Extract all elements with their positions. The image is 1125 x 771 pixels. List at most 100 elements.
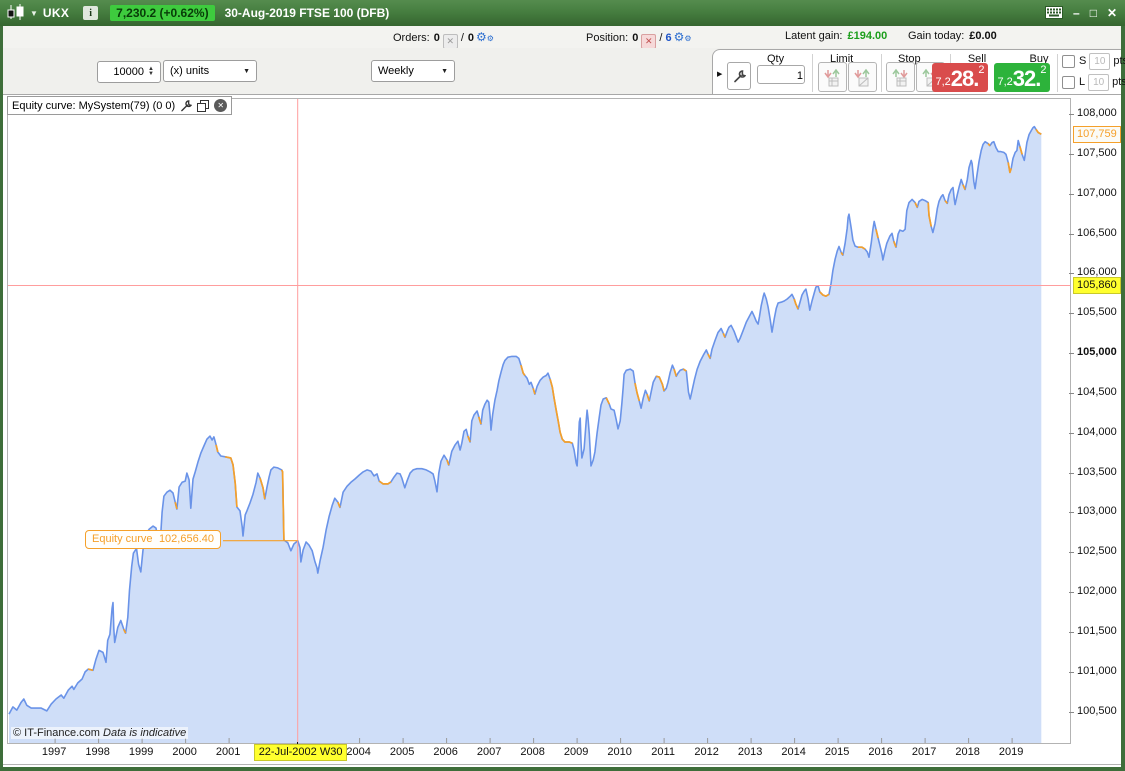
stop-order-button-1[interactable] xyxy=(886,62,915,92)
y-axis-tick xyxy=(1069,671,1074,673)
close-indicator-icon[interactable]: ✕ xyxy=(214,99,228,112)
buy-price-decimal: 2 xyxy=(1040,64,1047,76)
chevron-down-icon: ▼ xyxy=(441,67,448,75)
equity-curve-svg[interactable] xyxy=(8,99,1070,743)
x-axis-year-label: 2010 xyxy=(607,746,632,758)
orders-summary: Orders: 0 ✕/0 ⚙⚙ xyxy=(393,30,494,49)
y-axis-tick xyxy=(1069,313,1074,315)
limit-order-button-2[interactable] xyxy=(848,62,877,92)
collapse-panel-icon[interactable]: ▶ xyxy=(717,70,722,78)
x-axis-year-label: 2015 xyxy=(824,746,850,758)
buy-price-main: 32. xyxy=(1012,66,1042,91)
y-axis-tick xyxy=(1069,512,1074,514)
minimize-button[interactable]: – xyxy=(1073,7,1080,19)
x-axis-year-label: 2000 xyxy=(172,746,197,758)
position-settings-icon[interactable]: ⚙⚙ xyxy=(674,30,692,44)
x-axis-year-label: 2014 xyxy=(781,746,806,758)
x-axis-year-label: 2005 xyxy=(389,746,415,758)
trade-settings-button[interactable] xyxy=(727,62,751,90)
x-axis-year-label: 2011 xyxy=(651,746,675,758)
position-open-count: 0 xyxy=(632,32,639,44)
symbol-dropdown-icon[interactable]: ▼ xyxy=(30,9,38,18)
position-count: 6 xyxy=(665,32,672,44)
y-axis-tick xyxy=(1069,392,1074,394)
units-selected-value: (x) units xyxy=(170,65,210,77)
y-axis-tick-label: 101,500 xyxy=(1077,624,1117,637)
stop-order-icon xyxy=(892,68,908,86)
y-axis-tick-label: 102,500 xyxy=(1077,545,1117,558)
y-axis-tick-label: 100,500 xyxy=(1077,704,1117,717)
copyright-note: © IT-Finance.com Data is indicative xyxy=(11,727,189,739)
pane-bottom-border xyxy=(3,764,1121,765)
x-axis-year-label: 1999 xyxy=(128,746,154,758)
y-axis-tick xyxy=(1069,353,1074,354)
units-select[interactable]: (x) units ▼ xyxy=(163,60,257,82)
stop-unit-label: pts xyxy=(1113,55,1125,67)
y-axis-tick-label: 102,000 xyxy=(1077,585,1117,597)
indicator-title: Equity curve: MySystem(79) (0 0) xyxy=(12,99,176,112)
y-axis-tick xyxy=(1069,233,1074,235)
x-axis-year-label: 2012 xyxy=(694,746,719,758)
x-axis-year-label: 2006 xyxy=(433,746,458,758)
indicator-tab[interactable]: Equity curve: MySystem(79) (0 0) ✕ xyxy=(7,96,233,115)
x-axis-year-label: 2018 xyxy=(955,746,980,758)
orders-label: Orders: xyxy=(393,32,430,44)
y-axis-tick-label: 108,000 xyxy=(1077,107,1117,119)
equity-curve-plot[interactable] xyxy=(7,98,1071,744)
y-axis-tick-label: 105,500 xyxy=(1077,306,1117,319)
chevron-down-icon: ▼ xyxy=(243,67,250,75)
detach-window-icon[interactable] xyxy=(197,99,210,112)
y-axis-tick xyxy=(1069,432,1074,434)
maximize-button[interactable]: □ xyxy=(1090,7,1097,19)
qty-label: Qty xyxy=(767,53,785,65)
x-axis-year-label: 1998 xyxy=(85,746,110,758)
stop-distance-input[interactable]: 10 xyxy=(1089,52,1111,70)
limit-checkbox[interactable] xyxy=(1062,75,1075,89)
y-axis-tick xyxy=(1069,114,1074,115)
y-axis-tick-label: 107,000 xyxy=(1077,186,1117,199)
copyright-text: © IT-Finance.com xyxy=(13,727,100,739)
candlestick-chart-icon xyxy=(6,3,26,23)
y-axis-tick-label: 103,000 xyxy=(1077,505,1117,518)
qty-input[interactable] xyxy=(761,67,805,84)
cancel-orders-icon[interactable]: ✕ xyxy=(442,34,458,49)
quantity-stepper[interactable]: ▲▼ xyxy=(97,61,161,83)
quantity-input[interactable] xyxy=(98,65,146,79)
x-axis-year-label: 2019 xyxy=(998,746,1024,758)
session-label: 30-Aug-2019 FTSE 100 (DFB) xyxy=(224,6,390,20)
crosshair-price-axis-label: 105,860 xyxy=(1073,277,1121,295)
disclaimer-text: Data is indicative xyxy=(103,727,187,739)
close-button[interactable]: ✕ xyxy=(1107,7,1117,19)
timeframe-select[interactable]: Weekly ▼ xyxy=(371,60,455,82)
qty-field[interactable] xyxy=(757,65,805,84)
indicator-settings-icon[interactable] xyxy=(180,99,193,112)
sell-button[interactable]: 7,2 28. 2 xyxy=(932,63,988,92)
buy-price-prefix: 7,2 xyxy=(997,76,1013,88)
crosshair-date-axis-label: 22-Jul-2002 W30 xyxy=(253,744,348,761)
limit-order-button-1[interactable] xyxy=(818,62,847,92)
orders-separator: / xyxy=(460,32,464,44)
drawdown-segment xyxy=(87,668,94,672)
trading-window: ▼ UKX i 7,230.2 (+0.62%) 30-Aug-2019 FTS… xyxy=(0,0,1125,771)
x-axis-year-label: 2017 xyxy=(911,746,937,758)
wrench-icon xyxy=(733,69,746,82)
y-axis-tick-label: 101,000 xyxy=(1077,664,1117,677)
symbol-label: UKX xyxy=(42,6,70,20)
x-axis-year-label: 2007 xyxy=(476,746,502,758)
close-position-icon[interactable]: ✕ xyxy=(641,34,657,49)
x-axis-year-label: 1997 xyxy=(41,746,67,758)
x-axis-year-label: 2001 xyxy=(215,746,241,758)
info-icon[interactable]: i xyxy=(83,6,99,20)
y-axis-tick xyxy=(1069,592,1074,593)
y-axis-tick xyxy=(1069,273,1074,275)
quantity-spinner-icons[interactable]: ▲ ▼ xyxy=(148,66,154,77)
buy-button[interactable]: 7,2 32. 2 xyxy=(994,63,1050,92)
y-axis-tick xyxy=(1069,711,1074,713)
orders-open-count: 0 xyxy=(433,32,440,44)
orders-settings-icon[interactable]: ⚙⚙ xyxy=(476,30,494,44)
chart-toolbar: ▲▼ (x) units ▼ Weekly ▼ ▼ ▶ xyxy=(3,48,1125,139)
keyboard-icon[interactable] xyxy=(1045,5,1063,21)
limit-distance-input[interactable]: 10 xyxy=(1088,73,1110,91)
stop-checkbox[interactable] xyxy=(1062,54,1075,68)
y-axis-tick xyxy=(1069,153,1074,155)
